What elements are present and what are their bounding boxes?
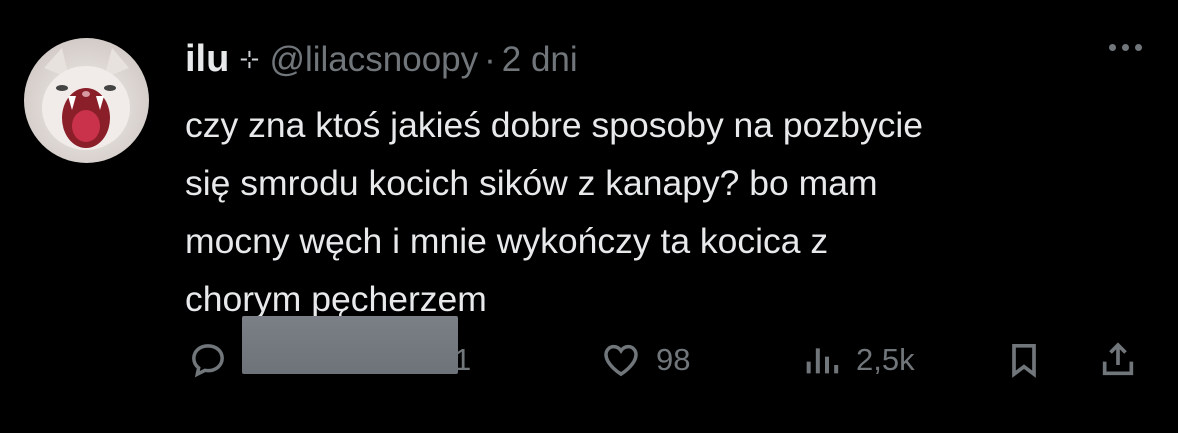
views-icon — [806, 348, 839, 374]
like-count: 98 — [656, 342, 691, 377]
share-button[interactable] — [1098, 340, 1138, 380]
cat-avatar-image — [24, 38, 149, 163]
views-count: 2,5k — [856, 342, 915, 377]
tweet-text: czy zna ktoś jakieś dobre sposoby na poz… — [185, 105, 924, 319]
name-emoji: ⊹ — [239, 46, 260, 73]
action-bar: 5 1 98 2,5k — [0, 340, 1178, 400]
share-icon — [1102, 342, 1134, 376]
user-handle[interactable]: @lilacsnoopy — [269, 40, 478, 80]
tweet-header: ilu ⊹ @lilacsnoopy · 2 dni — [185, 38, 578, 82]
separator-dot: · — [484, 40, 496, 79]
avatar[interactable] — [24, 38, 149, 163]
bookmark-icon — [1012, 344, 1036, 378]
redaction-box — [242, 316, 458, 374]
reply-icon — [192, 344, 224, 378]
display-name[interactable]: ilu — [185, 38, 229, 81]
heart-icon — [604, 344, 638, 377]
bookmark-button[interactable] — [1004, 340, 1044, 380]
more-icon[interactable] — [1109, 44, 1142, 51]
like-button[interactable]: 98 — [600, 340, 690, 380]
views-button[interactable]: 2,5k — [802, 340, 915, 380]
timestamp[interactable]: 2 dni — [502, 40, 578, 80]
